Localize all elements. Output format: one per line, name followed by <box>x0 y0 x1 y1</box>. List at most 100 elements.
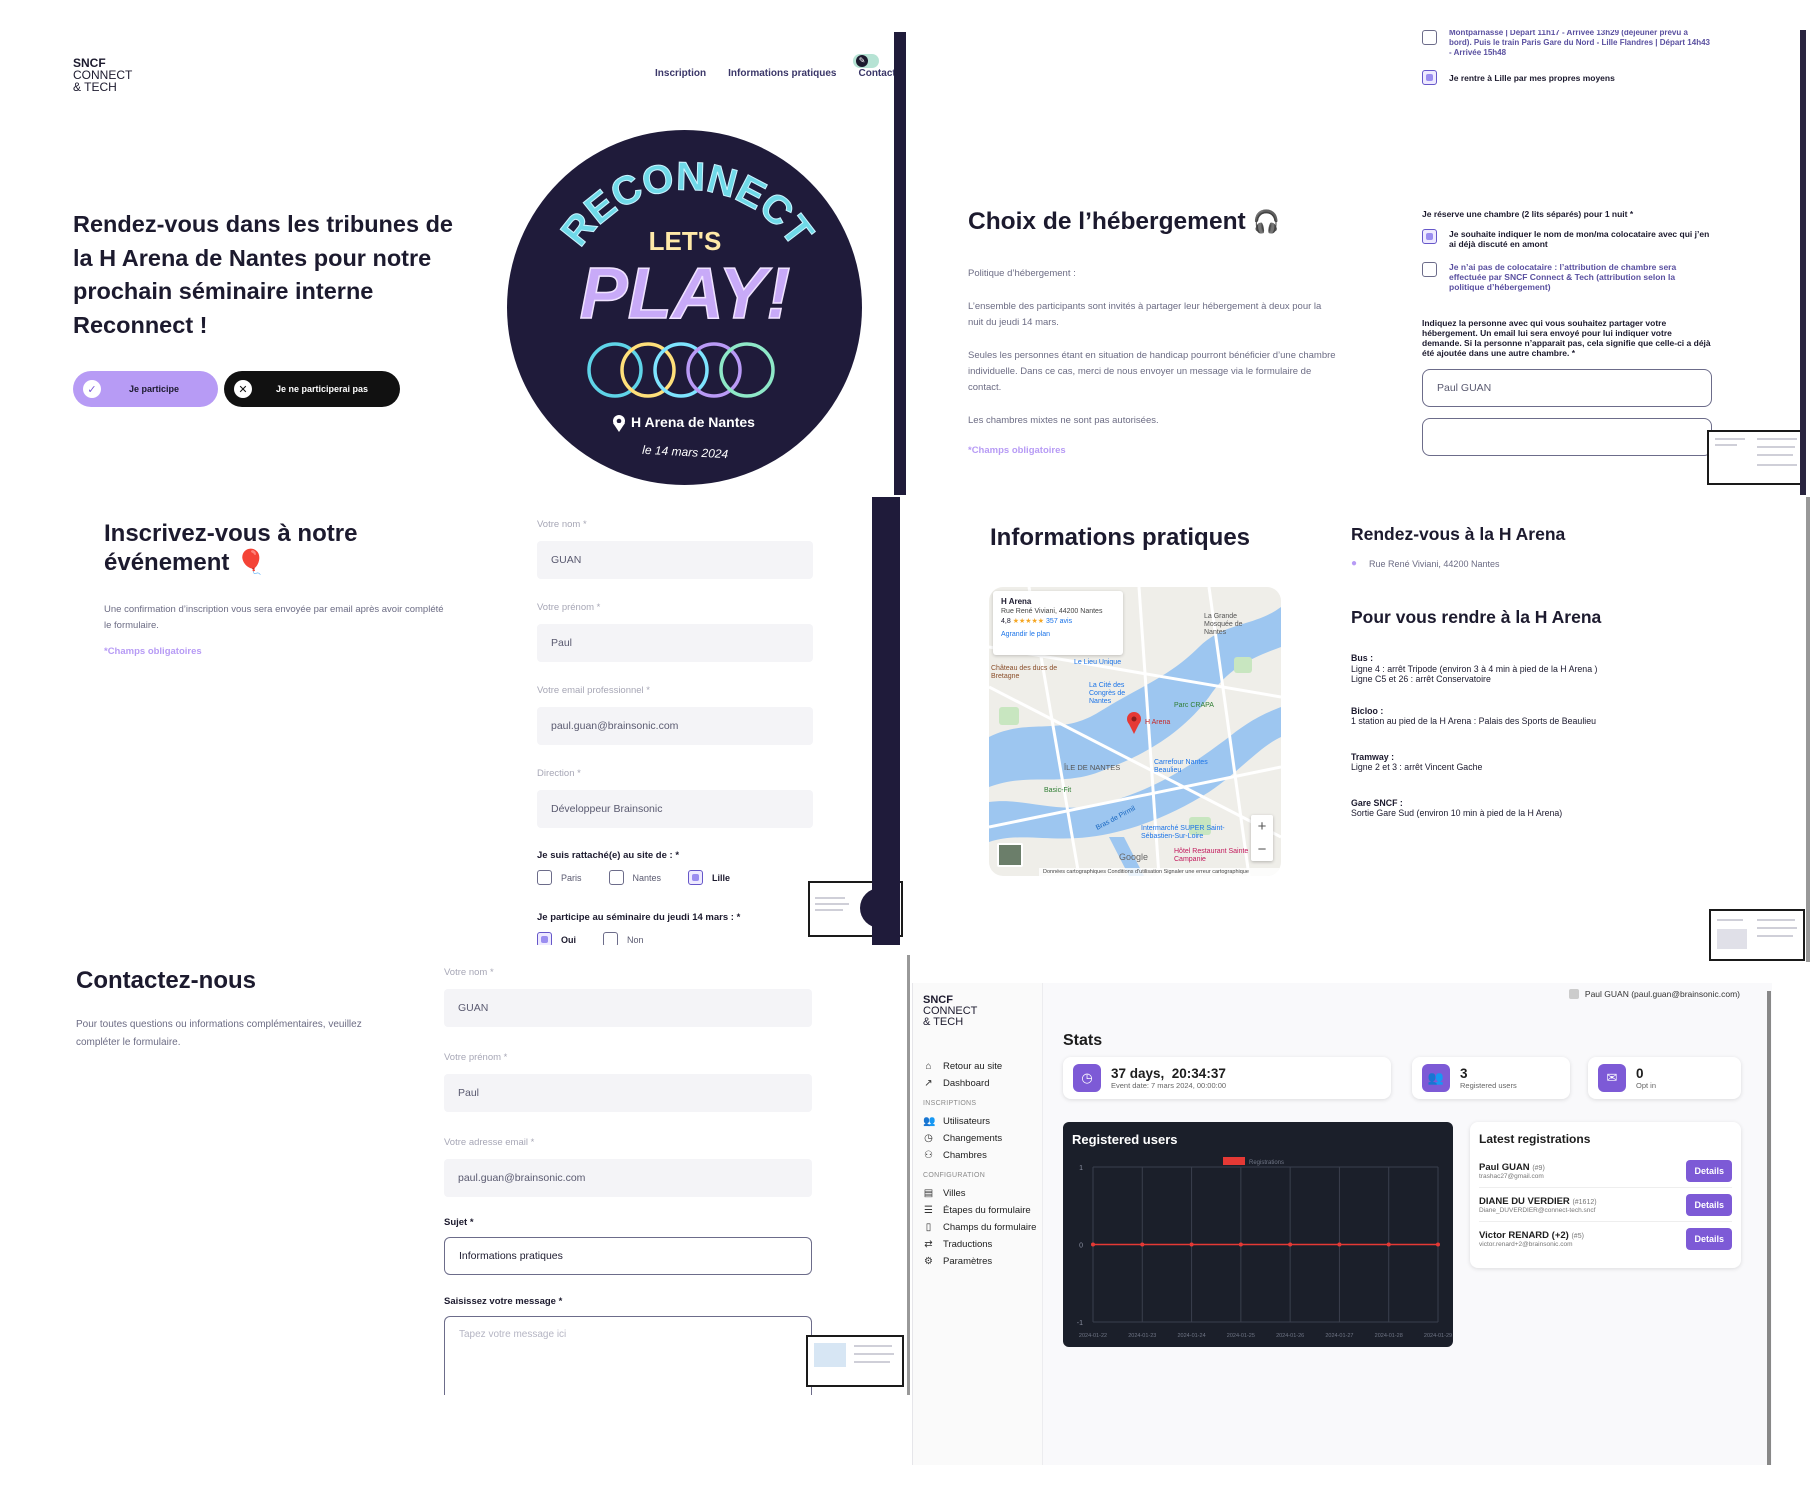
inscription-panel: Inscrivez-vous à notre événement 🎈 Une c… <box>0 497 910 945</box>
site-lille-checkbox[interactable] <box>688 870 704 885</box>
participate-button[interactable]: ✓ Je participe <box>73 371 218 407</box>
details-button[interactable]: Details <box>1686 1228 1732 1250</box>
x-tick-label: 2024-01-29 <box>1424 1333 1452 1339</box>
legend-label: Registrations <box>1249 1160 1284 1166</box>
y-tick-label: 0 <box>1079 1243 1083 1250</box>
nav-changes[interactable]: ◷ Changements <box>923 1130 1042 1147</box>
map[interactable]: H Arena Rue René Viviani, 44200 Nantes 4… <box>989 587 1281 876</box>
nav-settings[interactable]: ⚙ Paramètres <box>923 1253 1042 1270</box>
nav-contact[interactable]: Contact <box>858 68 895 79</box>
own-means-checkbox[interactable] <box>1422 70 1437 85</box>
theme-toggle[interactable]: ✎ <box>853 54 879 68</box>
users-icon: 👥 <box>923 1116 936 1127</box>
contact-title: Contactez-nous <box>76 967 256 994</box>
contact-form: Votre nom * GUAN Votre prénom * Paul Vot… <box>444 967 812 1395</box>
email-input[interactable]: paul.guan@brainsonic.com <box>537 707 813 745</box>
rdv-title: Rendez-vous à la H Arena <box>1351 524 1566 544</box>
nav-inscription[interactable]: Inscription <box>655 68 706 79</box>
y-tick-label: 1 <box>1079 1165 1083 1172</box>
admin-logo[interactable]: SNCF CONNECT & TECH <box>923 995 1042 1028</box>
poster-date: le 14 mars 2024 <box>642 443 729 462</box>
location-pin-icon: ● <box>1351 558 1358 569</box>
nav-form-fields[interactable]: ▯ Champs du formulaire <box>923 1219 1042 1236</box>
details-button[interactable]: Details <box>1686 1193 1732 1216</box>
nav-users[interactable]: 👥 Utilisateurs <box>923 1113 1042 1130</box>
home-panel: SNCF CONNECT & TECH Inscription Informat… <box>0 30 906 495</box>
preview-thumbnail[interactable] <box>1707 430 1805 485</box>
last-name-input[interactable]: GUAN <box>537 541 813 579</box>
check-icon: ✓ <box>83 380 101 398</box>
inscription-form: Votre nom * GUAN Votre prénom * Paul Vot… <box>537 519 813 945</box>
direction-input[interactable]: Développeur Brainsonic <box>537 790 813 828</box>
contact-email-input[interactable]: paul.guan@brainsonic.com <box>444 1159 812 1197</box>
no-roommate-checkbox[interactable] <box>1422 262 1437 277</box>
scrollbar[interactable] <box>1800 30 1806 495</box>
history-icon: ◷ <box>924 1133 933 1144</box>
data-point <box>1288 1242 1293 1247</box>
seminar-no-checkbox[interactable] <box>603 932 618 945</box>
nav-rooms[interactable]: ⚇ Chambres <box>923 1147 1042 1164</box>
subject-select[interactable]: Informations pratiques <box>444 1237 812 1275</box>
file-icon: ▯ <box>925 1222 932 1233</box>
chart-icon: ↗ <box>924 1078 933 1089</box>
registered-card: 👥 3 Registered users <box>1412 1057 1570 1099</box>
x-tick-label: 2024-01-26 <box>1276 1333 1304 1339</box>
nav-translations[interactable]: ⇄ Traductions <box>923 1236 1042 1253</box>
poster-play: PLAY! <box>580 254 791 334</box>
logo[interactable]: SNCF CONNECT & TECH <box>73 57 132 93</box>
zoom-in-icon[interactable]: + <box>1251 815 1273 838</box>
home-icon: ⌂ <box>925 1061 932 1072</box>
admin-panel: SNCF CONNECT & TECH ⌂ Retour au site ↗ Das… <box>912 983 1772 1465</box>
contact-first-name-input[interactable]: Paul <box>444 1074 812 1112</box>
inscription-title: Inscrivez-vous à notre événement 🎈 <box>104 520 358 576</box>
site-paris-checkbox[interactable] <box>537 870 552 885</box>
seminar-yes-checkbox[interactable] <box>537 932 552 945</box>
admin-user[interactable]: Paul GUAN (paul.guan@brainsonic.com) <box>1568 989 1740 999</box>
enlarge-map-link[interactable]: Agrandir le plan <box>1001 630 1115 640</box>
nav-informations[interactable]: Informations pratiques <box>728 68 836 79</box>
event-poster: RECONNECT LET'S PLAY! H Arena de Nantes … <box>507 130 862 485</box>
bed-icon: ⚇ <box>924 1150 933 1161</box>
nav-form-steps[interactable]: ☰ Étapes du formulaire <box>923 1202 1042 1219</box>
headline: Rendez-vous dans les tribunes de la H Ar… <box>73 211 454 338</box>
zoom-out-icon[interactable]: − <box>1251 838 1273 861</box>
preview-thumbnail[interactable] <box>1709 909 1805 961</box>
train-option-checkbox[interactable] <box>1422 30 1437 45</box>
mail-icon: ✉ <box>1598 1064 1626 1092</box>
scrollbar[interactable] <box>872 497 900 945</box>
preview-thumbnail[interactable] <box>806 1335 904 1387</box>
details-button[interactable]: Details <box>1686 1159 1732 1182</box>
scrollbar[interactable] <box>1806 497 1810 962</box>
message-textarea[interactable]: Tapez votre message ici <box>444 1316 812 1395</box>
poster-place: H Arena de Nantes <box>631 414 755 430</box>
headphones-icon: 🎧 <box>1252 209 1280 234</box>
x-tick-label: 2024-01-28 <box>1375 1333 1403 1339</box>
data-point <box>1189 1242 1194 1247</box>
roommate-field-2[interactable] <box>1422 418 1712 456</box>
scrollbar[interactable] <box>1767 991 1771 1465</box>
nav-cities[interactable]: ▤ Villes <box>923 1185 1042 1202</box>
user-icon <box>1568 989 1579 999</box>
scrollbar[interactable] <box>907 955 910 1395</box>
data-point <box>1091 1242 1095 1247</box>
contact-last-name-input[interactable]: GUAN <box>444 989 812 1027</box>
first-name-input[interactable]: Paul <box>537 624 813 662</box>
nav-back-to-site[interactable]: ⌂ Retour au site <box>923 1058 1042 1075</box>
roommate-field[interactable]: Paul GUAN <box>1422 369 1712 407</box>
infos-panel: Informations pratiques H Arena Rue René … <box>912 497 1812 962</box>
data-point <box>1436 1242 1440 1247</box>
contact-panel: Contactez-nous Pour toutes questions ou … <box>0 955 910 1395</box>
nav-dashboard[interactable]: ↗ Dashboard <box>923 1075 1042 1092</box>
scrollbar[interactable] <box>894 32 906 495</box>
y-tick-label: -1 <box>1077 1320 1083 1327</box>
site-nantes-checkbox[interactable] <box>608 870 624 885</box>
latest-registrations-card: Latest registrations Paul GUAN (#9) trash… <box>1470 1122 1741 1268</box>
translate-icon: ⇄ <box>924 1239 933 1250</box>
chart-svg: 1 0 -1 2024-01-22 2024-01-23 2024-01-24 2024-0… <box>1077 1157 1452 1339</box>
satellite-toggle[interactable] <box>997 843 1023 867</box>
list-icon: ☰ <box>924 1205 933 1216</box>
roommate-known-checkbox[interactable] <box>1422 229 1437 244</box>
admin-sidebar: SNCF CONNECT & TECH ⌂ Retour au site ↗ Das… <box>913 983 1043 1465</box>
close-icon: ✕ <box>234 380 252 398</box>
decline-button[interactable]: ✕ Je ne participerai pas <box>224 371 400 407</box>
